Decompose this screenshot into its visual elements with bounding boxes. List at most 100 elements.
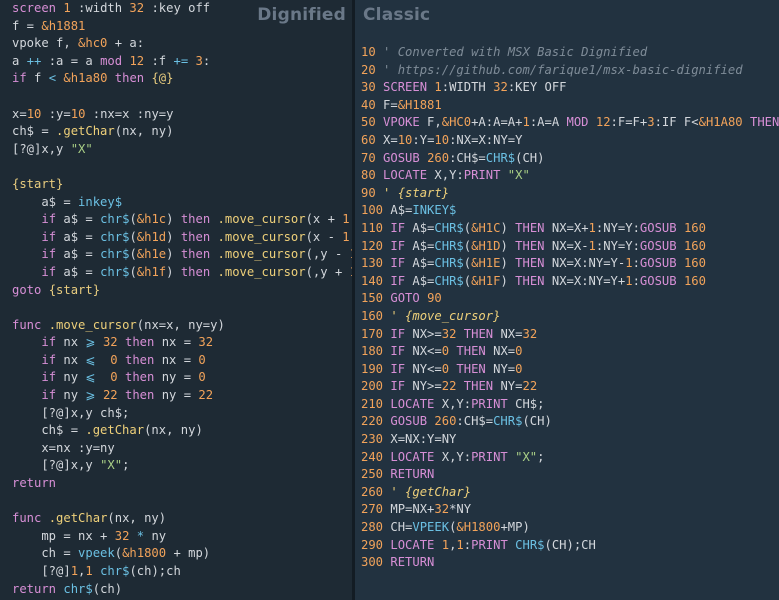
code-token: [?@]x,y ch$;	[12, 405, 130, 420]
code-token: )	[166, 229, 181, 244]
code-token: if	[41, 388, 57, 403]
code-token: LOCATE	[390, 537, 435, 552]
code-line: return	[12, 475, 352, 493]
code-token: )	[166, 212, 181, 227]
code-token: if	[41, 247, 57, 262]
code-token: ch$ =	[12, 423, 86, 438]
code-line: 240 LOCATE X,Y:PRINT "X";	[361, 449, 779, 467]
code-line: 130 IF A$=CHR$(&H1E) THEN NX=X:NY=Y-1:GO…	[361, 255, 779, 273]
code-token: &H1A80	[698, 115, 743, 130]
dignified-code[interactable]: screen 1 :width 32 :key off f = &h1881 vpo…	[12, 0, 352, 598]
code-token: ' https://github.com/farique1/msx-basic-…	[383, 62, 743, 77]
code-token: )	[500, 238, 516, 253]
code-token: 10	[70, 106, 86, 121]
code-token: ' Converted with MSX Basic Dignified	[383, 45, 648, 59]
code-token: nx =	[154, 335, 199, 350]
code-token: 1	[63, 1, 71, 15]
code-token: GOSUB	[639, 220, 677, 235]
code-token: 0	[441, 344, 450, 359]
code-token: 180	[361, 344, 384, 359]
code-token: (x +	[305, 212, 343, 227]
classic-code[interactable]: 10 ' Converted with MSX Basic Dignified 2…	[361, 44, 779, 572]
code-token: (nx, ny)	[144, 423, 203, 438]
code-token: 1	[588, 220, 596, 235]
code-line: ch$ = .getChar(nx, ny)	[12, 422, 352, 440]
code-line: [?@]1,1 chr$(ch);ch	[12, 563, 352, 581]
code-token: vpoke f,	[12, 36, 79, 51]
code-token: a$ =	[56, 247, 101, 262]
code-token: .move_cursor	[48, 317, 137, 332]
code-line: x=nx :y=ny	[12, 440, 352, 458]
code-token: 32	[434, 502, 450, 517]
code-line: 60 X=10:Y=10:NX=X:NY=Y	[361, 132, 779, 150]
code-token: :width	[70, 1, 130, 15]
code-token: ⩽	[85, 352, 96, 367]
code-line: 270 MP=NX+32*NY	[361, 501, 779, 519]
code-token: GOSUB	[639, 256, 677, 271]
code-token: GOSUB	[383, 150, 420, 165]
code-token: 10	[26, 106, 42, 121]
code-token: 0	[515, 344, 523, 359]
code-token: CHR$	[434, 273, 464, 288]
code-token: &h1881	[41, 18, 86, 33]
code-token: (ch)	[92, 581, 123, 596]
code-token: :WIDTH	[441, 80, 494, 95]
dignified-code-pane[interactable]: screen 1 :width 32 :key off f = &h1881 vpo…	[0, 0, 352, 600]
code-token: NX=X:NY=Y+	[544, 273, 626, 288]
code-token: (	[463, 256, 472, 271]
code-token: )	[166, 247, 181, 262]
code-token: (nx, ny)	[107, 511, 167, 526]
code-token: screen	[12, 1, 64, 15]
code-line: 200 IF NY>=22 THEN NY=22	[361, 378, 779, 396]
code-token: *	[136, 528, 145, 543]
code-line: 170 IF NX>=32 THEN NX=32	[361, 326, 779, 344]
code-line: 120 IF A$=CHR$(&H1D) THEN NX=X-1:NY=Y:GO…	[361, 238, 779, 256]
code-line: if nx ⩾ 32 then nx = 32	[12, 334, 352, 352]
code-line: 180 IF NX<=0 THEN NX=0	[361, 343, 779, 361]
code-token: GOSUB	[390, 414, 428, 429]
code-token: func	[12, 511, 42, 526]
code-token: ⩽	[85, 370, 96, 385]
code-token: 32	[198, 335, 214, 350]
classic-code-pane[interactable]: Classic 10 ' Converted with MSX Basic Di…	[355, 0, 779, 600]
code-token: :	[463, 537, 472, 552]
code-token: VPEEK	[412, 520, 450, 535]
code-token: (,y -	[305, 247, 350, 262]
code-token: chr$	[100, 564, 130, 578]
code-token: :f	[144, 53, 174, 68]
code-token: 10	[397, 132, 413, 147]
code-token: then	[180, 229, 211, 244]
code-token: 32	[129, 1, 145, 15]
code-token: :key off	[144, 1, 211, 15]
code-token: GOSUB	[639, 273, 677, 288]
code-token: :NX=X:NY=Y	[449, 132, 523, 147]
code-token: 30	[361, 80, 376, 95]
code-token: (,y +	[305, 264, 350, 279]
code-line: mp = nx + 32 * ny	[12, 528, 352, 546]
code-token: 22	[102, 388, 118, 403]
code-token: (	[129, 247, 137, 262]
code-token: IF	[390, 326, 406, 341]
code-token: +=	[173, 53, 189, 68]
code-token: )	[500, 256, 516, 271]
code-token: CHR$	[493, 414, 523, 429]
code-token: (ch);ch	[129, 564, 181, 578]
code-token: 70	[361, 150, 376, 165]
code-token: &H1D	[471, 238, 501, 253]
code-token: 1	[625, 256, 633, 271]
code-line: a$ = inkey$	[12, 194, 352, 212]
code-token: chr$	[63, 581, 93, 596]
